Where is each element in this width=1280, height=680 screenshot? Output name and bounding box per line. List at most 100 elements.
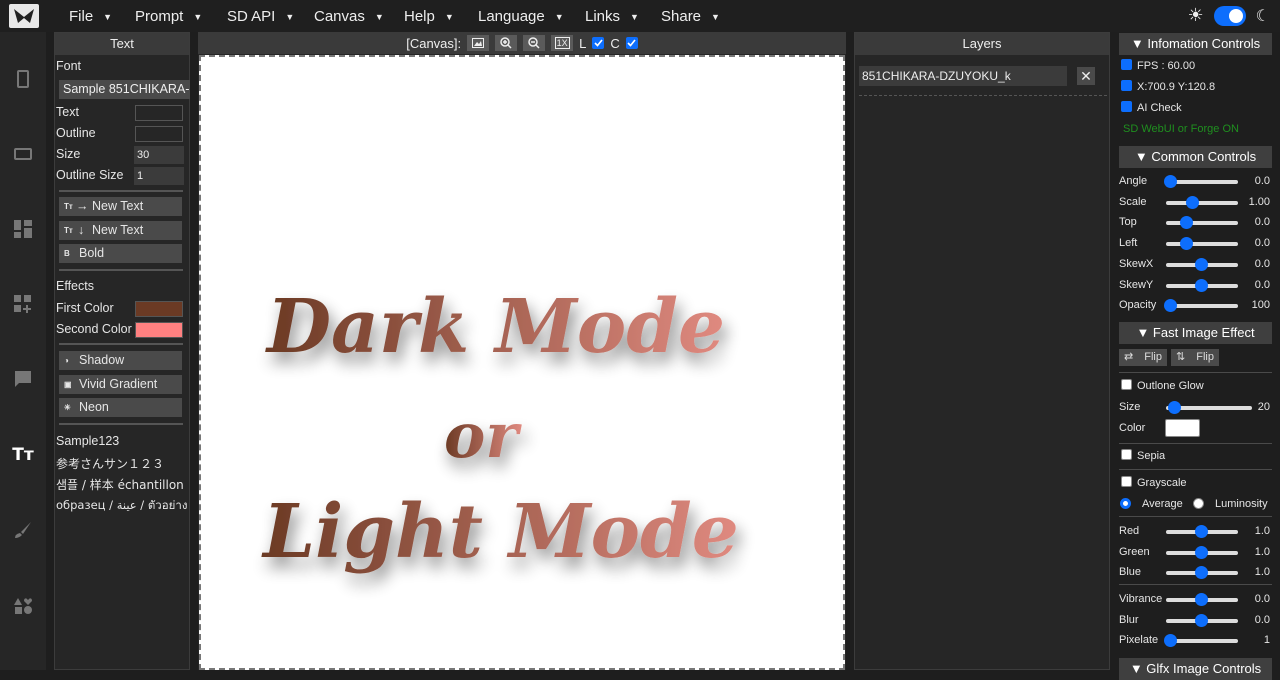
shadow-icon: ◑ — [64, 356, 69, 365]
first-color-swatch[interactable] — [135, 301, 183, 317]
menu-language[interactable]: Language ▼ — [478, 8, 564, 25]
common-slider[interactable] — [1164, 175, 1238, 188]
menu-canvas[interactable]: Canvas ▼ — [314, 8, 384, 25]
common-slider[interactable] — [1166, 216, 1238, 230]
size-input[interactable]: 30 — [134, 146, 184, 164]
fps-checkbox[interactable] — [1121, 59, 1132, 70]
average-radio[interactable] — [1120, 498, 1131, 509]
menu-sd-api[interactable]: SD API ▼ — [227, 8, 294, 25]
brush-icon[interactable] — [12, 519, 34, 541]
color-channel-slider[interactable] — [1166, 566, 1238, 580]
glow-size-label: Size — [1119, 401, 1141, 413]
slider-knob[interactable] — [1164, 634, 1177, 648]
slider-knob[interactable] — [1195, 525, 1208, 538]
zoom-in-icon[interactable] — [495, 35, 518, 51]
arrow-down-icon: ↓ — [78, 223, 85, 237]
color-channel-slider[interactable] — [1166, 525, 1238, 538]
layers-checkbox[interactable] — [592, 37, 605, 49]
outline-glow-checkbox[interactable] — [1121, 379, 1132, 390]
slider-knob[interactable] — [1164, 175, 1177, 188]
divider — [59, 190, 183, 192]
app-logo-icon[interactable] — [9, 4, 39, 28]
zoom-out-icon[interactable] — [523, 35, 546, 51]
common-controls-header[interactable]: ▼ Common Controls — [1119, 146, 1272, 168]
slider-knob[interactable] — [1195, 613, 1208, 627]
info-controls-header[interactable]: ▼ Infomation Controls — [1119, 33, 1272, 55]
new-text-vertical-button[interactable]: Tт ↓ New Text — [59, 221, 182, 240]
menu-prompt[interactable]: Prompt ▼ — [135, 8, 202, 25]
menu-share[interactable]: Share ▼ — [661, 8, 720, 25]
common-value: 0.0 — [1254, 175, 1270, 187]
close-icon[interactable]: ✕ — [1077, 67, 1095, 85]
slider-knob[interactable] — [1168, 401, 1181, 414]
sepia-checkbox[interactable] — [1121, 449, 1132, 460]
color-channel-slider[interactable] — [1166, 545, 1238, 559]
fast-image-effect-header[interactable]: ▼ Fast Image Effect — [1119, 322, 1272, 344]
second-color-swatch[interactable] — [135, 322, 183, 338]
menu-help[interactable]: Help ▼ — [404, 8, 454, 25]
vivid-gradient-button[interactable]: ▣ Vivid Gradient — [59, 375, 182, 394]
portrait-icon[interactable] — [12, 68, 34, 90]
slider-knob[interactable] — [1195, 545, 1208, 559]
common-slider[interactable] — [1166, 237, 1238, 251]
common-slider[interactable] — [1166, 257, 1238, 271]
canvas-toolbar: [Canvas]: 1X L C — [198, 32, 846, 54]
landscape-icon[interactable] — [12, 143, 34, 165]
slider-knob[interactable] — [1195, 257, 1208, 271]
bold-button[interactable]: B Bold — [59, 244, 182, 263]
slider-knob[interactable] — [1180, 237, 1193, 251]
actual-size-icon[interactable]: 1X — [551, 35, 574, 51]
shapes-icon[interactable] — [12, 595, 34, 617]
coords-checkbox[interactable] — [1121, 80, 1132, 91]
ai-check-label: AI Check — [1137, 102, 1182, 114]
text-panel: Text Font Sample 851CHIKARA-D Text Outli… — [54, 32, 190, 670]
neon-button[interactable]: ✳ Neon — [59, 398, 182, 417]
common-slider[interactable] — [1166, 195, 1238, 209]
slider-knob[interactable] — [1164, 299, 1177, 313]
common-label: Angle — [1119, 175, 1148, 187]
luminosity-radio[interactable] — [1193, 498, 1204, 509]
glow-size-slider[interactable] — [1166, 401, 1252, 414]
swap-horizontal-icon: ⇄ — [1124, 351, 1134, 363]
sun-icon[interactable]: ☀ — [1188, 5, 1204, 26]
dashboard-icon[interactable] — [12, 218, 34, 240]
text-color-swatch[interactable] — [135, 105, 183, 121]
moon-icon[interactable]: ☾ — [1256, 6, 1270, 26]
glow-color-swatch[interactable] — [1165, 419, 1200, 437]
slider-knob[interactable] — [1186, 195, 1199, 209]
second-color-label: Second Color — [56, 322, 132, 336]
chat-icon[interactable] — [12, 368, 34, 390]
menu-links[interactable]: Links ▼ — [585, 8, 639, 25]
slider-knob[interactable] — [1180, 216, 1193, 230]
effect-slider[interactable] — [1164, 634, 1238, 648]
drawing-canvas[interactable]: Dark Mode or Light Mode — [199, 55, 845, 670]
glow-size-value: 20 — [1257, 401, 1270, 413]
image-icon[interactable] — [467, 35, 490, 51]
effect-slider[interactable] — [1166, 593, 1238, 606]
effect-slider[interactable] — [1166, 613, 1238, 627]
ai-check-checkbox[interactable] — [1121, 101, 1132, 112]
common-slider[interactable] — [1166, 278, 1238, 292]
text-tool-icon[interactable]: Tт — [12, 444, 34, 466]
slider-knob[interactable] — [1195, 566, 1208, 580]
font-select[interactable]: Sample 851CHIKARA-D — [59, 80, 190, 99]
glfx-controls-header[interactable]: ▼ Glfx Image Controls — [1119, 658, 1272, 680]
shadow-button[interactable]: ◑ Shadow — [59, 351, 182, 370]
menu-file[interactable]: File ▼ — [69, 8, 112, 25]
theme-toggle[interactable] — [1213, 5, 1246, 26]
outline-size-input[interactable]: 1 — [134, 167, 184, 185]
average-label: Average — [1142, 498, 1183, 510]
controls-checkbox[interactable] — [625, 37, 638, 49]
common-slider[interactable] — [1164, 299, 1238, 313]
layer-item[interactable]: 851CHIKARA-DZUYOKU_k — [859, 66, 1067, 86]
slider-knob[interactable] — [1195, 278, 1208, 292]
swap-vertical-icon: ⇅ — [1176, 351, 1186, 363]
slider-knob[interactable] — [1195, 593, 1208, 606]
common-value: 100 — [1251, 299, 1270, 312]
add-panel-icon[interactable] — [12, 293, 34, 315]
grayscale-checkbox[interactable] — [1121, 476, 1132, 487]
outline-color-swatch[interactable] — [135, 126, 183, 142]
flip-vertical-button[interactable]: ⇅ Flip — [1171, 349, 1219, 366]
flip-horizontal-button[interactable]: ⇄ Flip — [1119, 349, 1167, 366]
new-text-horizontal-button[interactable]: Tт → New Text — [59, 197, 182, 216]
